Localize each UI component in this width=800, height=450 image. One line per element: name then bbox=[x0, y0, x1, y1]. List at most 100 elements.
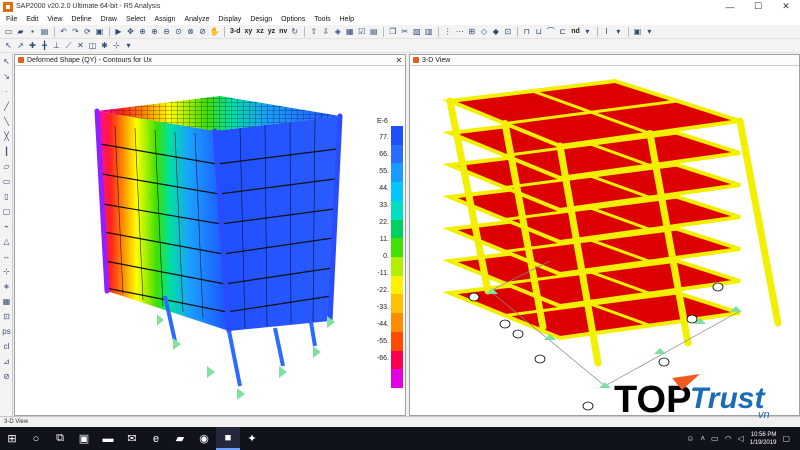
copy-icon[interactable]: ❐ bbox=[387, 26, 398, 37]
search-icon[interactable]: ○ bbox=[24, 427, 48, 450]
dropdown-icon[interactable]: ▾ bbox=[613, 26, 624, 37]
rect-area-tool-icon[interactable]: ▭ bbox=[1, 176, 12, 187]
sap2000-taskbar-icon[interactable]: ■ bbox=[216, 427, 240, 450]
pan-hand-icon[interactable]: ✋ bbox=[209, 26, 220, 37]
move-up-icon[interactable]: ⇧ bbox=[308, 26, 319, 37]
move-down-icon[interactable]: ⇩ bbox=[320, 26, 331, 37]
reshape-icon[interactable]: ↗ bbox=[15, 40, 26, 51]
notification-icon[interactable]: ▢ bbox=[782, 434, 790, 443]
menu-help[interactable]: Help bbox=[340, 16, 354, 23]
zoom-in-icon[interactable]: ⊕ bbox=[149, 26, 160, 37]
menu-assign[interactable]: Assign bbox=[154, 16, 175, 23]
view-xy-button[interactable]: xy bbox=[245, 28, 253, 35]
draw-frame-icon[interactable]: ⊓ bbox=[521, 26, 532, 37]
redo-icon[interactable]: ↷ bbox=[70, 26, 81, 37]
menu-select[interactable]: Select bbox=[126, 16, 145, 23]
object-shrink-icon[interactable]: ◈ bbox=[332, 26, 343, 37]
view-nv-button[interactable]: nv bbox=[279, 28, 287, 35]
special-joint-icon[interactable]: ∗ bbox=[1, 281, 12, 292]
quick-draw-icon[interactable]: ╋ bbox=[39, 40, 50, 51]
undo-icon[interactable]: ↶ bbox=[58, 26, 69, 37]
menu-display[interactable]: Display bbox=[218, 16, 241, 23]
user-icon[interactable]: ☺ bbox=[686, 434, 694, 443]
close-button[interactable]: ✕ bbox=[772, 0, 800, 13]
select-pointer-icon[interactable]: ↖ bbox=[3, 40, 14, 51]
minimize-button[interactable]: — bbox=[716, 0, 744, 13]
pan-icon[interactable]: ✥ bbox=[125, 26, 136, 37]
view-3d-button[interactable]: 3-d bbox=[230, 28, 241, 35]
solid-tool-icon[interactable]: ▢ bbox=[1, 206, 12, 217]
chevron-up-icon[interactable]: ˄ bbox=[700, 434, 705, 443]
mail-icon[interactable]: ✉ bbox=[120, 427, 144, 450]
menu-file[interactable]: File bbox=[6, 16, 17, 23]
menu-design[interactable]: Design bbox=[250, 16, 272, 23]
view-yz-button[interactable]: yz bbox=[268, 28, 275, 35]
3d-viewport[interactable] bbox=[410, 66, 799, 415]
snap-toggle-icon[interactable]: ⊹ bbox=[111, 40, 122, 51]
frame-section-icon[interactable]: ⊥ bbox=[51, 40, 62, 51]
frame-tool-icon[interactable]: ╱ bbox=[1, 101, 12, 112]
deformed-shape-panel[interactable]: Deformed Shape (QY) - Contours for Ux ✕ bbox=[14, 54, 406, 416]
3d-view-panel[interactable]: 3-D View bbox=[409, 54, 800, 416]
menu-options[interactable]: Options bbox=[281, 16, 305, 23]
snap-icon[interactable]: ⋯ bbox=[454, 26, 465, 37]
set-display-icon[interactable]: ▦ bbox=[344, 26, 355, 37]
run-analysis-icon[interactable]: ▶ bbox=[113, 26, 124, 37]
pointer-tool-icon[interactable]: ↖ bbox=[1, 56, 12, 67]
zoom-all-icon[interactable]: ⊙ bbox=[173, 26, 184, 37]
dimension-tool-icon[interactable]: ↔ bbox=[1, 251, 12, 262]
grid-icon[interactable]: ⋮ bbox=[442, 26, 453, 37]
clock[interactable]: 10:56 PM 1/19/2019 bbox=[750, 431, 777, 447]
quick-area-tool-icon[interactable]: ▯ bbox=[1, 191, 12, 202]
area-icon[interactable]: ◫ bbox=[87, 40, 98, 51]
table-icon[interactable]: ▤ bbox=[368, 26, 379, 37]
draw-link-icon[interactable]: ⌒ bbox=[545, 26, 556, 37]
rubber-band-zoom-icon[interactable]: ⊗ bbox=[185, 26, 196, 37]
wifi-icon[interactable]: ◠ bbox=[725, 434, 732, 443]
delete-icon[interactable]: ▥ bbox=[423, 26, 434, 37]
previous-select-icon[interactable]: ps bbox=[1, 326, 12, 337]
menu-edit[interactable]: Edit bbox=[26, 16, 38, 23]
deformed-shape-viewport[interactable]: E-6 77. 66. 55. 44. 33. 22. 11. 0. -11. … bbox=[15, 66, 405, 415]
add-joint-icon[interactable]: ✚ bbox=[27, 40, 38, 51]
store-icon[interactable]: ▣ bbox=[72, 427, 96, 450]
quick-frame-tool-icon[interactable]: ╲ bbox=[1, 116, 12, 127]
folder-icon[interactable]: ▰ bbox=[168, 427, 192, 450]
cross-icon[interactable]: ✕ bbox=[75, 40, 86, 51]
dropdown-icon[interactable]: ▾ bbox=[582, 26, 593, 37]
panel-close-icon[interactable]: ✕ bbox=[393, 56, 405, 65]
maximize-button[interactable]: ☐ bbox=[744, 0, 772, 13]
new-model-icon[interactable]: ▭ bbox=[3, 26, 14, 37]
menu-view[interactable]: View bbox=[47, 16, 62, 23]
window-layout-icon[interactable]: ▣ bbox=[632, 26, 643, 37]
lock-icon[interactable]: ▣ bbox=[94, 26, 105, 37]
pin-icon[interactable] bbox=[413, 57, 419, 63]
frame-icon[interactable]: ⊡ bbox=[502, 26, 513, 37]
link-tool-icon[interactable]: ⌁ bbox=[1, 221, 12, 232]
refresh-icon[interactable]: ⟳ bbox=[82, 26, 93, 37]
column-tool-icon[interactable]: ┃ bbox=[1, 146, 12, 157]
material-icon[interactable]: ◇ bbox=[478, 26, 489, 37]
chrome-icon[interactable]: ◉ bbox=[192, 427, 216, 450]
clear-select-icon[interactable]: cl bbox=[1, 341, 12, 352]
app-icon[interactable]: ✦ bbox=[240, 427, 264, 450]
star-icon[interactable]: ✱ bbox=[99, 40, 110, 51]
windows-start-icon[interactable]: ⊞ bbox=[0, 427, 24, 450]
zoom-out-icon[interactable]: ⊖ bbox=[161, 26, 172, 37]
rotate-view-icon[interactable]: ↻ bbox=[289, 26, 300, 37]
load-pattern-icon[interactable]: ◆ bbox=[490, 26, 501, 37]
view-xz-button[interactable]: xz bbox=[256, 28, 263, 35]
task-view-icon[interactable]: ⧉ bbox=[48, 427, 72, 450]
cut-icon[interactable]: ✂ bbox=[399, 26, 410, 37]
reshaper-tool-icon[interactable]: ↘ bbox=[1, 71, 12, 82]
menu-analyze[interactable]: Analyze bbox=[184, 16, 209, 23]
menu-draw[interactable]: Draw bbox=[101, 16, 117, 23]
dropdown-icon[interactable]: ▾ bbox=[644, 26, 655, 37]
file-explorer-icon[interactable]: ▬ bbox=[96, 427, 120, 450]
edge-icon[interactable]: e bbox=[144, 427, 168, 450]
text-cursor-icon[interactable]: I bbox=[601, 26, 612, 37]
paste-icon[interactable]: ▧ bbox=[411, 26, 422, 37]
dropdown-icon[interactable]: ▾ bbox=[123, 40, 134, 51]
section-icon[interactable]: ⊞ bbox=[466, 26, 477, 37]
joint-tool-icon[interactable]: · bbox=[1, 86, 12, 97]
